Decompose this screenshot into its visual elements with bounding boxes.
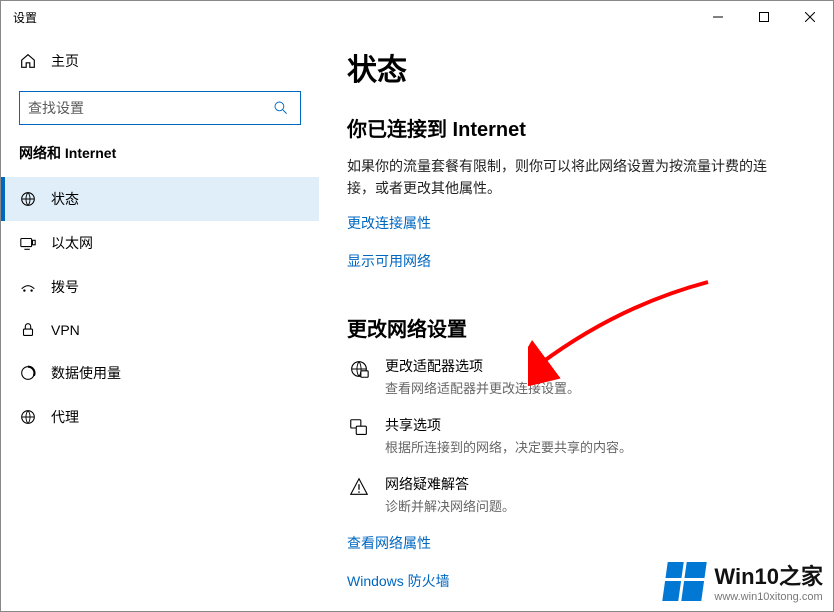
change-settings-heading: 更改网络设置 [347, 313, 793, 342]
home-icon [19, 52, 37, 70]
sidebar-item-label: 以太网 [51, 233, 93, 253]
option-adapter[interactable]: 更改适配器选项 查看网络适配器并更改连接设置。 [347, 356, 793, 397]
sidebar-item-vpn[interactable]: VPN [1, 309, 319, 351]
connected-body: 如果你的流量套餐有限制，则你可以将此网络设置为按流量计费的连接，或者更改其他属性… [347, 156, 793, 199]
sidebar-item-label: 拨号 [51, 277, 79, 297]
connected-heading: 你已连接到 Internet [347, 113, 793, 142]
dialup-icon [19, 278, 37, 296]
sidebar-item-label: 状态 [51, 189, 79, 209]
option-title: 更改适配器选项 [385, 356, 580, 376]
page-title: 状态 [347, 45, 793, 89]
option-troubleshoot[interactable]: 网络疑难解答 诊断并解决网络问题。 [347, 474, 793, 515]
content-pane: 状态 你已连接到 Internet 如果你的流量套餐有限制，则你可以将此网络设置… [319, 33, 833, 611]
sharing-icon [347, 415, 371, 439]
vpn-icon [19, 321, 37, 339]
troubleshoot-icon [347, 474, 371, 498]
adapter-icon [347, 356, 371, 380]
close-button[interactable] [787, 1, 833, 33]
link-view-network-props[interactable]: 查看网络属性 [347, 533, 431, 553]
status-icon [19, 190, 37, 208]
link-show-available-networks[interactable]: 显示可用网络 [347, 251, 431, 271]
data-usage-icon [19, 364, 37, 382]
sidebar-item-label: 代理 [51, 407, 79, 427]
watermark: Win10之家 www.win10xitong.com [665, 559, 823, 603]
link-windows-firewall[interactable]: Windows 防火墙 [347, 571, 450, 591]
sidebar: 主页 网络和 Internet 状态 以太网 [1, 33, 319, 611]
search-icon [270, 100, 292, 116]
sidebar-item-label: VPN [51, 322, 80, 338]
option-desc: 根据所连接到的网络，决定要共享的内容。 [385, 437, 632, 456]
window-controls [695, 1, 833, 33]
home-link[interactable]: 主页 [1, 41, 319, 81]
sidebar-item-dialup[interactable]: 拨号 [1, 265, 319, 309]
maximize-button[interactable] [741, 1, 787, 33]
minimize-button[interactable] [695, 1, 741, 33]
option-sharing[interactable]: 共享选项 根据所连接到的网络，决定要共享的内容。 [347, 415, 793, 456]
sidebar-item-status[interactable]: 状态 [1, 177, 319, 221]
sidebar-section-label: 网络和 Internet [1, 139, 319, 177]
titlebar: 设置 [1, 1, 833, 33]
ethernet-icon [19, 234, 37, 252]
watermark-title: Win10之家 [714, 559, 823, 591]
search-input[interactable] [28, 100, 270, 116]
window-title: 设置 [13, 9, 37, 26]
sidebar-item-data-usage[interactable]: 数据使用量 [1, 351, 319, 395]
home-label: 主页 [51, 51, 79, 71]
windows-logo-icon [663, 562, 707, 601]
option-title: 共享选项 [385, 415, 632, 435]
search-box[interactable] [19, 91, 301, 125]
option-desc: 诊断并解决网络问题。 [385, 496, 515, 515]
sidebar-item-ethernet[interactable]: 以太网 [1, 221, 319, 265]
option-desc: 查看网络适配器并更改连接设置。 [385, 378, 580, 397]
option-title: 网络疑难解答 [385, 474, 515, 494]
sidebar-item-label: 数据使用量 [51, 363, 121, 383]
proxy-icon [19, 408, 37, 426]
link-change-connection-props[interactable]: 更改连接属性 [347, 213, 431, 233]
sidebar-item-proxy[interactable]: 代理 [1, 395, 319, 439]
watermark-url: www.win10xitong.com [714, 591, 823, 603]
